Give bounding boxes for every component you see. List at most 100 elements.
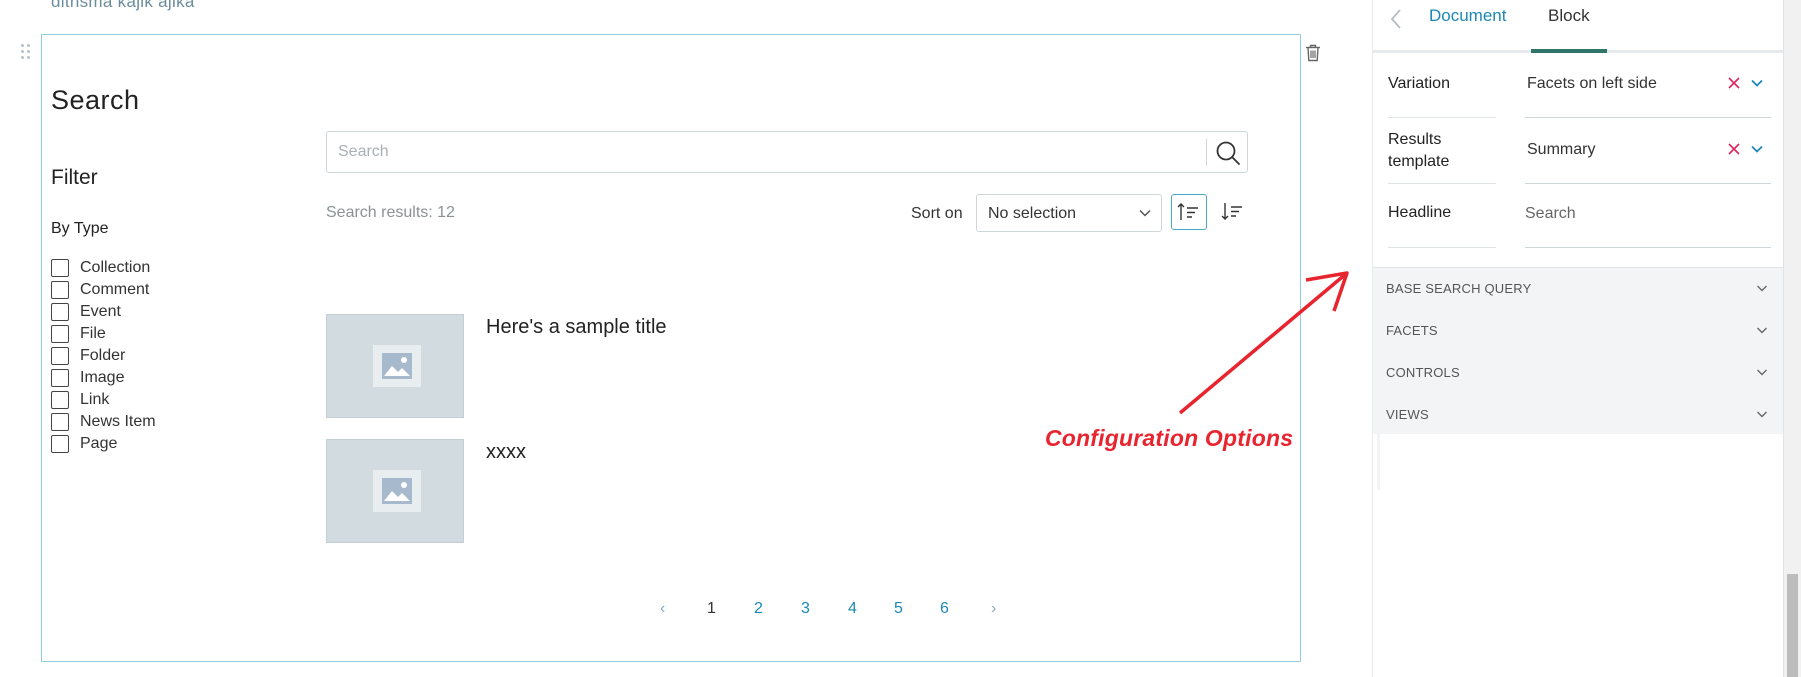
sidebar-edge: [1377, 408, 1380, 490]
chevron-down-icon: [1139, 209, 1151, 217]
checkbox[interactable]: [51, 281, 69, 299]
pagination-page-current[interactable]: 1: [707, 600, 716, 618]
checkbox[interactable]: [51, 303, 69, 321]
clear-icon[interactable]: [1727, 142, 1741, 156]
active-tab-indicator: [1531, 49, 1607, 53]
tab-block[interactable]: Block: [1548, 6, 1590, 26]
search-divider: [1206, 139, 1207, 166]
headline-field: Headline Search: [1373, 188, 1784, 250]
facet-label: Link: [80, 391, 110, 408]
accordion-title: VIEWS: [1386, 407, 1429, 422]
facet-label: Event: [80, 303, 121, 320]
accordion-views[interactable]: VIEWS: [1373, 394, 1784, 436]
clear-icon[interactable]: [1727, 76, 1741, 90]
trash-icon[interactable]: [1305, 44, 1321, 62]
filter-heading: Filter: [51, 166, 98, 189]
variation-select[interactable]: Facets on left side: [1527, 75, 1657, 93]
search-field: [326, 131, 1248, 173]
previous-block-text: dithsma kajik ajika: [51, 0, 195, 11]
facet-label: News Item: [80, 413, 156, 430]
facet-option[interactable]: Comment: [51, 279, 156, 301]
accordion-group: BASE SEARCH QUERY FACETS CONTROLS VIEWS: [1373, 267, 1784, 434]
result-thumbnail[interactable]: [326, 439, 464, 543]
page-root: dithsma kajik ajika Search Filter By Typ…: [0, 0, 1801, 677]
facet-option[interactable]: Link: [51, 389, 156, 411]
divider: [1388, 183, 1496, 184]
facet-list: Collection Comment Event File Folder Ima…: [51, 257, 156, 455]
facet-option[interactable]: Image: [51, 367, 156, 389]
checkbox[interactable]: [51, 435, 69, 453]
chevron-down-icon[interactable]: [1750, 77, 1764, 89]
sort-descending-icon[interactable]: [1215, 194, 1251, 230]
accordion-facets[interactable]: FACETS: [1373, 310, 1784, 352]
pagination-next[interactable]: ›: [991, 600, 996, 618]
chevron-down-icon[interactable]: [1750, 143, 1764, 155]
checkbox[interactable]: [51, 259, 69, 277]
chevron-down-icon: [1757, 369, 1767, 376]
checkbox[interactable]: [51, 347, 69, 365]
accordion-controls[interactable]: CONTROLS: [1373, 352, 1784, 394]
scrollbar-thumb[interactable]: [1787, 574, 1798, 677]
divider: [1525, 247, 1771, 248]
facet-option[interactable]: Folder: [51, 345, 156, 367]
accordion-base-search-query[interactable]: BASE SEARCH QUERY: [1373, 268, 1784, 310]
search-input[interactable]: [327, 132, 1207, 172]
variation-label: Variation: [1388, 75, 1450, 92]
divider: [1525, 117, 1771, 118]
facet-label: Page: [80, 435, 118, 452]
drag-handle-icon[interactable]: [21, 44, 33, 62]
headline-label: Headline: [1388, 204, 1452, 221]
sidebar-panel: Document Block Variation Facets on left …: [1372, 0, 1784, 677]
accordion-title: CONTROLS: [1386, 365, 1460, 380]
result-item: Here's a sample title: [326, 314, 1126, 418]
facet-label: Collection: [80, 259, 151, 276]
facet-label: File: [80, 325, 106, 342]
tab-document[interactable]: Document: [1429, 6, 1506, 26]
facet-label: Folder: [80, 347, 126, 364]
result-title[interactable]: xxxx: [486, 441, 526, 464]
checkbox[interactable]: [51, 391, 69, 409]
facet-option[interactable]: File: [51, 323, 156, 345]
result-item: xxxx: [326, 439, 1126, 543]
facet-group-title: By Type: [51, 220, 109, 237]
annotation-label: Configuration Options: [1045, 425, 1294, 451]
headline-input[interactable]: Search: [1525, 205, 1576, 223]
pagination-prev[interactable]: ‹: [660, 600, 665, 618]
image-placeholder-icon: [373, 470, 421, 512]
result-thumbnail[interactable]: [326, 314, 464, 418]
chevron-left-icon[interactable]: [1389, 8, 1403, 30]
results-template-label-line2: template: [1388, 153, 1450, 170]
sort-select[interactable]: No selection: [976, 194, 1162, 232]
divider: [1388, 117, 1496, 118]
sort-label: Sort on: [911, 205, 963, 222]
pagination-page[interactable]: 2: [754, 600, 763, 618]
checkbox[interactable]: [51, 413, 69, 431]
search-icon[interactable]: [1213, 138, 1243, 168]
pagination-page[interactable]: 6: [940, 600, 949, 618]
image-placeholder-icon: [373, 345, 421, 387]
facet-option[interactable]: News Item: [51, 411, 156, 433]
accordion-title: FACETS: [1386, 323, 1438, 338]
result-title[interactable]: Here's a sample title: [486, 316, 667, 339]
facet-option[interactable]: Collection: [51, 257, 156, 279]
block-heading: Search: [51, 85, 140, 115]
facet-option[interactable]: Page: [51, 433, 156, 455]
facet-label: Image: [80, 369, 125, 386]
results-count: Search results: 12: [326, 204, 455, 221]
pagination-page[interactable]: 4: [848, 600, 857, 618]
facet-label: Comment: [80, 281, 150, 298]
pagination-page[interactable]: 5: [894, 600, 903, 618]
accordion-title: BASE SEARCH QUERY: [1386, 281, 1532, 296]
pagination-page[interactable]: 3: [801, 600, 810, 618]
chevron-down-icon: [1757, 327, 1767, 334]
facet-option[interactable]: Event: [51, 301, 156, 323]
variation-field: Variation Facets on left side: [1373, 62, 1784, 120]
checkbox[interactable]: [51, 325, 69, 343]
results-template-label-line1: Results: [1388, 131, 1442, 148]
sort-ascending-icon[interactable]: [1171, 194, 1207, 230]
results-template-select[interactable]: Summary: [1527, 141, 1595, 159]
chevron-down-icon: [1757, 285, 1767, 292]
checkbox[interactable]: [51, 369, 69, 387]
chevron-down-icon: [1757, 411, 1767, 418]
divider: [1525, 183, 1771, 184]
